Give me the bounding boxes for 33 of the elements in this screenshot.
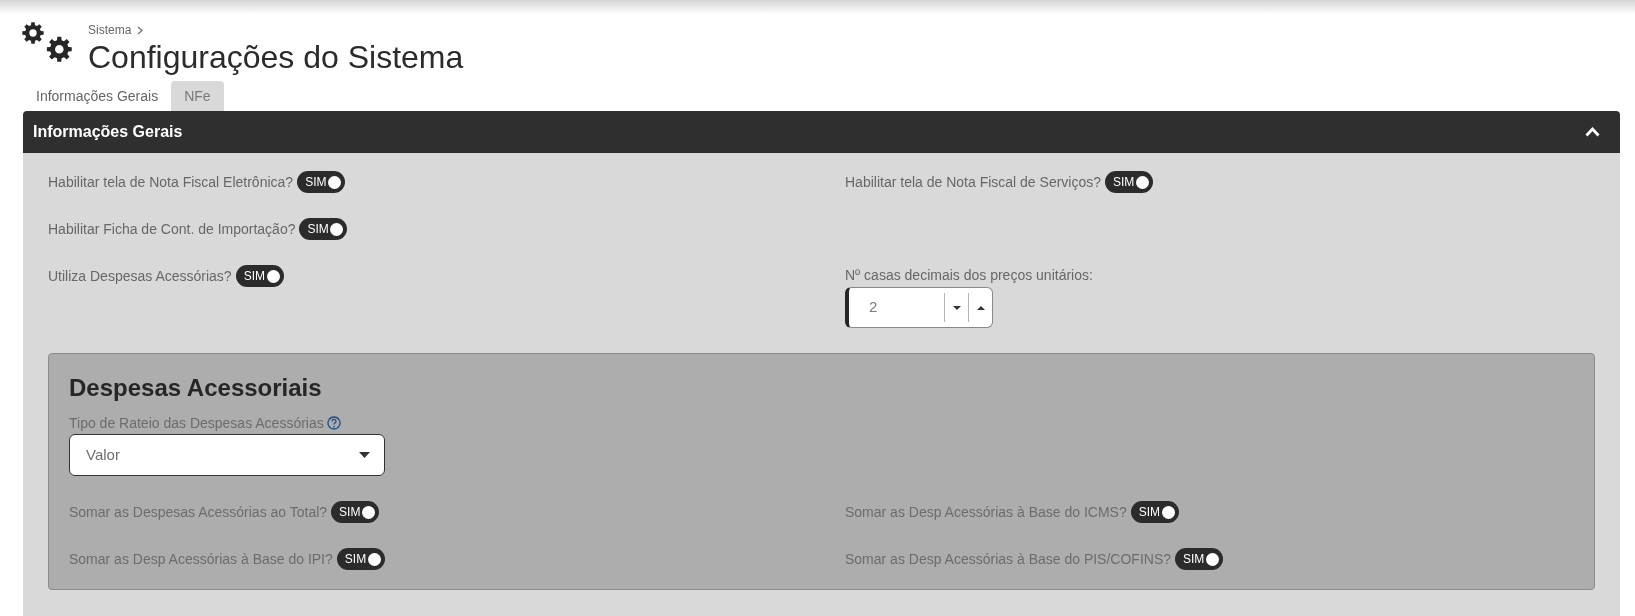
toggle-switch[interactable]: SIM — [1175, 548, 1224, 570]
chevron-right-icon — [137, 25, 144, 35]
caret-up-icon — [976, 305, 985, 310]
field-label: Habilitar tela de Nota Fiscal de Serviços? — [845, 173, 1101, 192]
toggle-switch[interactable]: SIM — [299, 218, 348, 240]
number-input[interactable]: 2 — [849, 288, 944, 327]
field-label: Somar as Desp Acessórias à Base do PIS/COFINS? — [845, 550, 1172, 569]
toggle-switch[interactable]: SIM — [235, 265, 284, 287]
toggle-switch[interactable]: SIM — [297, 171, 346, 193]
caret-down-icon — [359, 452, 370, 458]
chevron-up-icon[interactable] — [1585, 127, 1600, 137]
field-label: Somar as Desp Acessórias à Base do ICMS? — [845, 503, 1127, 522]
toggle-switch[interactable]: SIM — [331, 501, 380, 523]
dropdown-select[interactable]: Valor — [69, 434, 385, 476]
toggle-switch[interactable]: SIM — [336, 548, 385, 570]
section-title: Despesas Acessoriais — [69, 373, 322, 403]
field-label: Habilitar tela de Nota Fiscal Eletrônica? — [48, 173, 294, 192]
breadcrumb-link[interactable]: Sistema — [88, 22, 132, 38]
help-icon[interactable] — [326, 416, 341, 430]
caret-down-icon — [952, 305, 961, 310]
tab[interactable]: Informações Gerais — [23, 81, 172, 111]
panel-title: Informações Gerais — [33, 122, 183, 142]
field-label: Habilitar Ficha de Cont. de Importação? — [48, 220, 296, 239]
field-label: Somar as Despesas Acessórias ao Total? — [69, 503, 328, 522]
page-title: Configurações do Sistema — [88, 38, 464, 76]
number-spinner[interactable]: 2 — [845, 287, 993, 328]
toggle-switch[interactable]: SIM — [1130, 501, 1179, 523]
gears-icon — [22, 22, 72, 62]
field-label: Nº casas decimais dos preços unitários: — [845, 266, 1093, 285]
toggle-switch[interactable]: SIM — [1105, 171, 1153, 193]
field-label: Somar as Desp Acessórias à Base do IPI? — [69, 550, 333, 569]
field-label: Utiliza Despesas Acessórias? — [48, 267, 232, 286]
field-label: Tipo de Rateio das Despesas Acessórias — [69, 414, 324, 433]
